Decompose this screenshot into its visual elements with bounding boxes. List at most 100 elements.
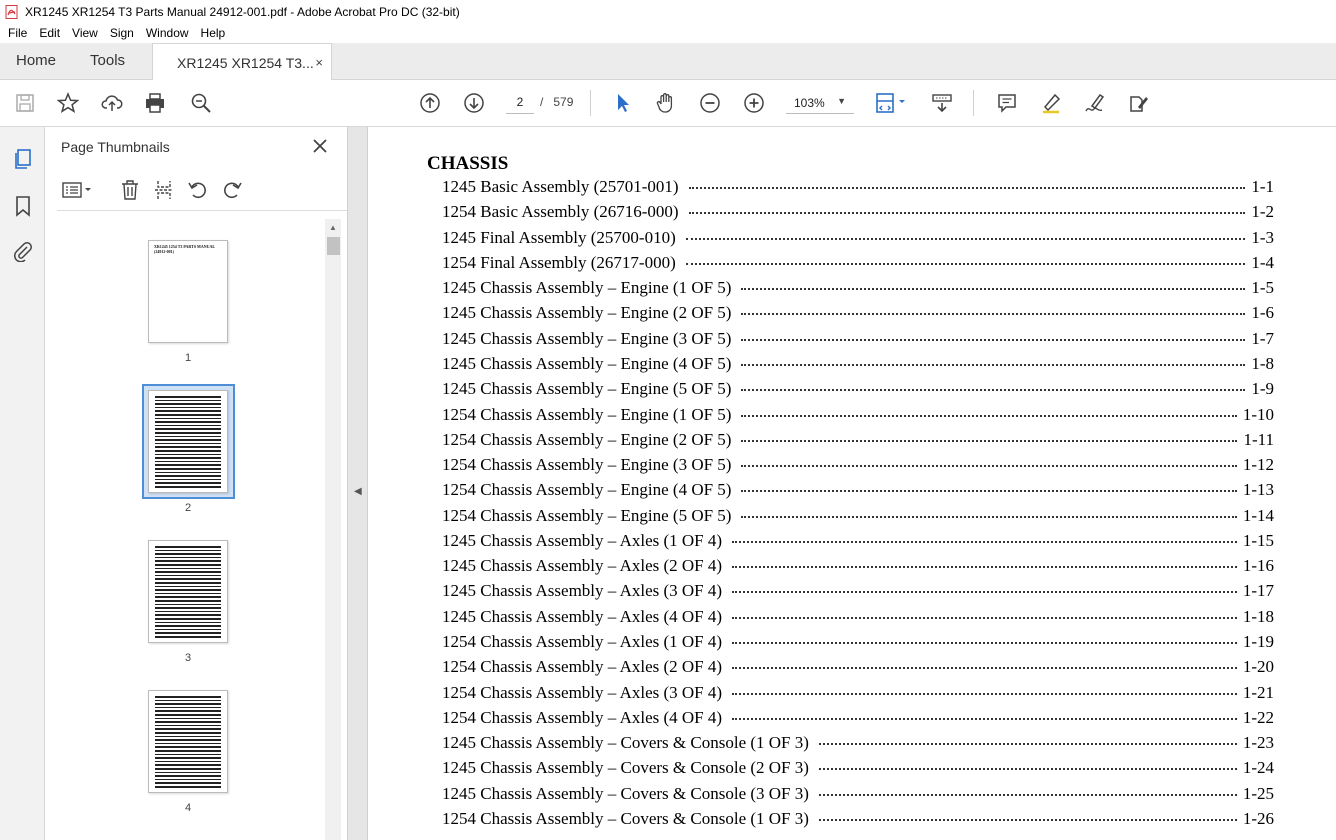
toc-entry-title: 1245 Final Assembly (25700-010)	[442, 227, 676, 247]
zoom-dropdown[interactable]: 103% ▼	[786, 90, 854, 114]
scroll-mode-icon[interactable]	[930, 91, 954, 115]
thumbnail-toolbar	[57, 171, 347, 211]
toc-entry-page: 1-18	[1242, 606, 1274, 626]
toc-entry-page: 1-6	[1251, 303, 1274, 323]
toc-entry[interactable]: 1254 Final Assembly (26717-000) 1-4	[442, 253, 1274, 277]
toc-entry[interactable]: 1245 Chassis Assembly – Engine (5 OF 5) 1…	[442, 379, 1274, 403]
thumbnail-text-line	[155, 632, 221, 634]
toc-entry[interactable]: 1254 Chassis Assembly – Covers & Console…	[442, 809, 1274, 833]
upload-icon[interactable]	[100, 91, 124, 115]
tab-tools[interactable]: Tools	[72, 43, 141, 79]
toc-entry[interactable]: 1254 Chassis Assembly – Axles (3 OF 4) 1-…	[442, 683, 1274, 707]
zoom-search-icon[interactable]	[189, 91, 213, 115]
close-icon[interactable]: ×	[315, 55, 323, 70]
comment-icon[interactable]	[995, 91, 1019, 115]
thumbnail-text-line	[155, 724, 221, 727]
menu-file[interactable]: File	[2, 26, 33, 40]
collapse-panel-icon[interactable]: ◀	[354, 486, 362, 497]
toc-entry[interactable]: 1245 Chassis Assembly – Axles (4 OF 4) 1-…	[442, 607, 1274, 631]
toc-entry[interactable]: 1254 Chassis Assembly – Engine (4 OF 5) 1…	[442, 480, 1274, 504]
toc-entry[interactable]: 1254 Chassis Assembly – Engine (1 OF 5) 1…	[442, 405, 1274, 429]
toc-dot-leader	[685, 262, 1246, 265]
toc-entry[interactable]: 1245 Chassis Assembly – Engine (3 OF 5) 1…	[442, 329, 1274, 353]
scrollbar-thumb[interactable]	[327, 237, 340, 255]
tab-bar: Home Tools XR1245 XR1254 T3... ×	[0, 43, 1336, 81]
toc-entry[interactable]: 1245 Final Assembly (25700-010) 1-3	[442, 228, 1274, 252]
thumbnail-scrollbar[interactable]: ▲	[325, 219, 341, 840]
tab-document[interactable]: XR1245 XR1254 T3... ×	[152, 43, 332, 81]
thumbnails-icon[interactable]	[11, 147, 35, 171]
window-title: XR1245 XR1254 T3 Parts Manual 24912-001.…	[25, 4, 460, 19]
toc-entry[interactable]: 1245 Chassis Assembly – Engine (2 OF 5) 1…	[442, 303, 1274, 327]
toc-entry-title: 1245 Chassis Assembly – Engine (1 OF 5)	[442, 278, 732, 298]
toc-entry[interactable]: 1254 Chassis Assembly – Axles (4 OF 4) 1-…	[442, 708, 1274, 732]
delete-icon[interactable]	[119, 179, 141, 201]
hand-icon[interactable]	[654, 91, 678, 115]
rotate-left-icon[interactable]	[187, 179, 209, 201]
highlight-icon[interactable]	[1039, 91, 1063, 115]
page-up-icon[interactable]	[418, 91, 442, 115]
toc-entry[interactable]: 1254 Chassis Assembly – Engine (5 OF 5) 1…	[442, 506, 1274, 530]
zoom-out-icon[interactable]	[698, 91, 722, 115]
rotate-right-icon[interactable]	[221, 179, 243, 201]
toc-entry[interactable]: 1245 Basic Assembly (25701-001) 1-1	[442, 177, 1274, 201]
thumbnail-text-line	[155, 549, 221, 552]
scroll-up-icon[interactable]: ▲	[329, 223, 337, 232]
thumbnail-text-line	[155, 589, 221, 591]
toc-entry[interactable]: 1245 Chassis Assembly – Covers & Console…	[442, 733, 1274, 757]
toc-entry[interactable]: 1245 Chassis Assembly – Engine (4 OF 5) 1…	[442, 354, 1274, 378]
fill-sign-icon[interactable]	[1127, 91, 1151, 115]
sign-icon[interactable]	[1083, 91, 1107, 115]
toc-entry-page: 1-3	[1251, 227, 1274, 247]
thumbnail-page-2[interactable]	[148, 390, 228, 493]
thumbnail-text-line	[155, 482, 221, 484]
toc-entry[interactable]: 1254 Chassis Assembly – Engine (2 OF 5) 1…	[442, 430, 1274, 454]
thumbnail-page-1[interactable]: XR1245 1254 T3 PARTS MANUAL (24912-001)	[148, 240, 228, 343]
thumbnail-page-4[interactable]	[148, 690, 228, 793]
toc-entry[interactable]: 1245 Chassis Assembly – Covers & Console…	[442, 784, 1274, 808]
zoom-in-icon[interactable]	[742, 91, 766, 115]
toc-entry[interactable]: 1254 Chassis Assembly – Axles (2 OF 4) 1-…	[442, 657, 1274, 681]
thumbnail-text-line	[155, 699, 221, 702]
toc-dot-leader	[732, 667, 1237, 670]
thumbnail-text-line	[155, 742, 221, 745]
thumbnail-text-line	[155, 782, 221, 784]
toc-entry[interactable]: 1245 Chassis Assembly – Covers & Console…	[442, 758, 1274, 782]
toc-entry[interactable]: 1254 Chassis Assembly – Axles (1 OF 4) 1-…	[442, 632, 1274, 656]
document-view[interactable]: CHASSIS 1245 Basic Assembly (25701-001) 1…	[368, 127, 1336, 840]
toc-entry[interactable]: 1245 Chassis Assembly – Engine (1 OF 5) 1…	[442, 278, 1274, 302]
page-down-icon[interactable]	[462, 91, 486, 115]
thumbnail-page-3[interactable]	[148, 540, 228, 643]
thumbnail-text-line	[155, 410, 221, 412]
fit-page-icon[interactable]	[874, 91, 908, 115]
toc-entry[interactable]: 1245 Chassis Assembly – Axles (1 OF 4) 1-…	[442, 531, 1274, 555]
extract-icon[interactable]	[153, 179, 175, 201]
thumbnail-text-line	[155, 786, 221, 788]
page-number-input[interactable]	[506, 90, 534, 114]
print-icon[interactable]	[143, 91, 167, 115]
toc-entry-title: 1254 Chassis Assembly – Engine (4 OF 5)	[442, 480, 732, 500]
select-cursor-icon[interactable]	[610, 91, 634, 115]
menu-view[interactable]: View	[66, 26, 104, 40]
attachment-icon[interactable]	[11, 239, 35, 263]
thumbnail-text-line	[155, 582, 221, 584]
menu-edit[interactable]: Edit	[33, 26, 66, 40]
options-icon[interactable]	[61, 179, 95, 201]
toc-entry[interactable]: 1245 Chassis Assembly – Axles (3 OF 4) 1-…	[442, 581, 1274, 605]
save-icon[interactable]	[13, 91, 37, 115]
menu-sign[interactable]: Sign	[104, 26, 140, 40]
star-icon[interactable]	[56, 91, 80, 115]
toc-entry-title: 1245 Basic Assembly (25701-001)	[442, 177, 679, 196]
menu-help[interactable]: Help	[195, 26, 232, 40]
toc-entry[interactable]: 1254 Basic Assembly (26716-000) 1-2	[442, 202, 1274, 226]
toc-entry[interactable]: 1245 Chassis Assembly – Axles (2 OF 4) 1-…	[442, 556, 1274, 580]
toc-entry-title: 1245 Chassis Assembly – Engine (3 OF 5)	[442, 328, 732, 348]
close-icon[interactable]	[311, 137, 329, 155]
toc-entry[interactable]: 1254 Chassis Assembly – Engine (3 OF 5) 1…	[442, 455, 1274, 479]
panel-splitter[interactable]: ◀	[348, 127, 368, 840]
thumbnails-panel: Page Thumbnails ▲ XR1245 1254 T3 PARTS M…	[45, 127, 348, 840]
bookmark-icon[interactable]	[11, 194, 35, 218]
thumbnail-text-line	[155, 710, 221, 712]
tab-home[interactable]: Home	[0, 43, 72, 79]
menu-window[interactable]: Window	[140, 26, 195, 40]
